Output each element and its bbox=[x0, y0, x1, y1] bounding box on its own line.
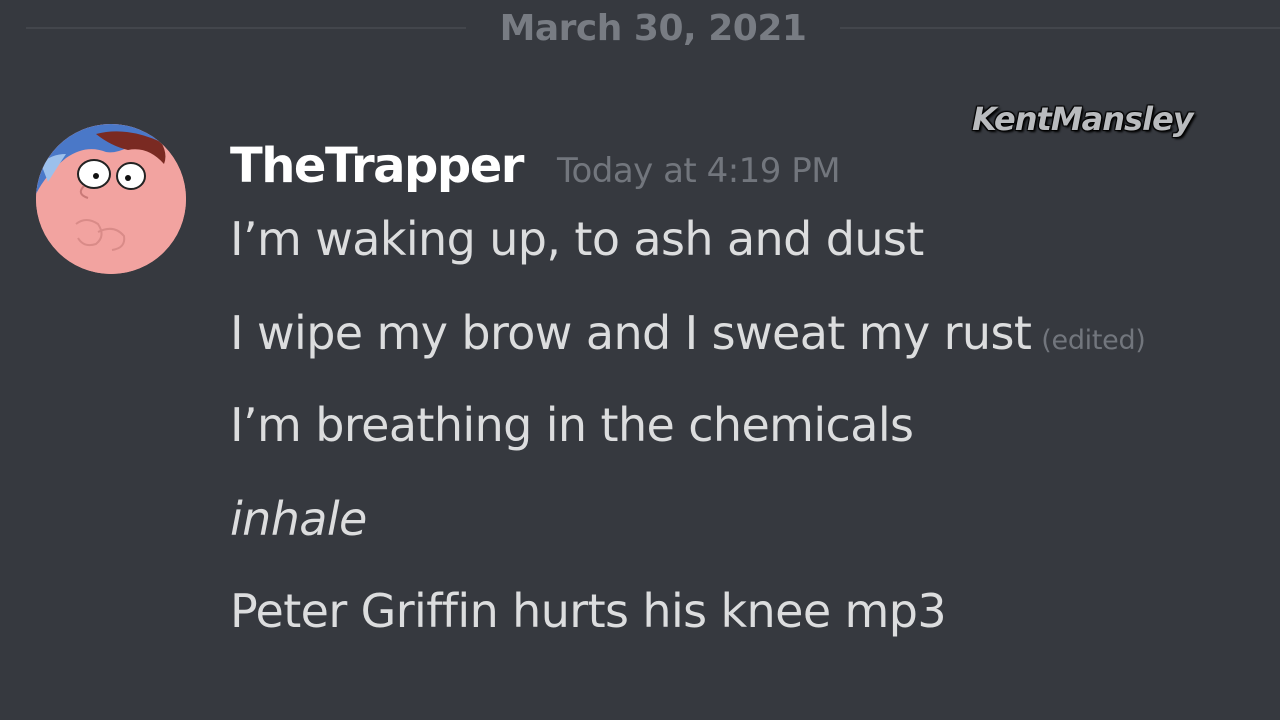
message-text: Peter Griffin hurts his knee mp3 bbox=[230, 584, 947, 638]
message-line: I wipe my brow and I sweat my rust (edite… bbox=[230, 306, 1146, 360]
peter-griffin-avatar-icon bbox=[36, 124, 186, 274]
message-line: I’m breathing in the chemicals bbox=[230, 398, 914, 452]
message-text: I’m waking up, to ash and dust bbox=[230, 212, 924, 266]
edited-label: (edited) bbox=[1041, 325, 1146, 356]
chat-view: March 30, 2021 KentMansley TheTrapper To… bbox=[0, 0, 1280, 720]
message-line: Peter Griffin hurts his knee mp3 bbox=[230, 584, 947, 638]
message-header: TheTrapper Today at 4:19 PM bbox=[230, 138, 841, 194]
message-line: I’m waking up, to ash and dust bbox=[230, 212, 924, 266]
divider-date: March 30, 2021 bbox=[499, 7, 807, 49]
username[interactable]: TheTrapper bbox=[230, 138, 524, 194]
message-text: I’m breathing in the chemicals bbox=[230, 398, 914, 452]
avatar[interactable] bbox=[36, 124, 186, 274]
date-divider: March 30, 2021 bbox=[26, 6, 1280, 50]
watermark: KentMansley bbox=[972, 100, 1194, 138]
divider-line-left bbox=[26, 27, 466, 29]
message-line: inhale bbox=[230, 492, 367, 546]
message-text: inhale bbox=[230, 492, 367, 546]
message-timestamp: Today at 4:19 PM bbox=[556, 151, 841, 191]
divider-line-right bbox=[840, 27, 1280, 29]
message-text: I wipe my brow and I sweat my rust bbox=[230, 306, 1032, 360]
